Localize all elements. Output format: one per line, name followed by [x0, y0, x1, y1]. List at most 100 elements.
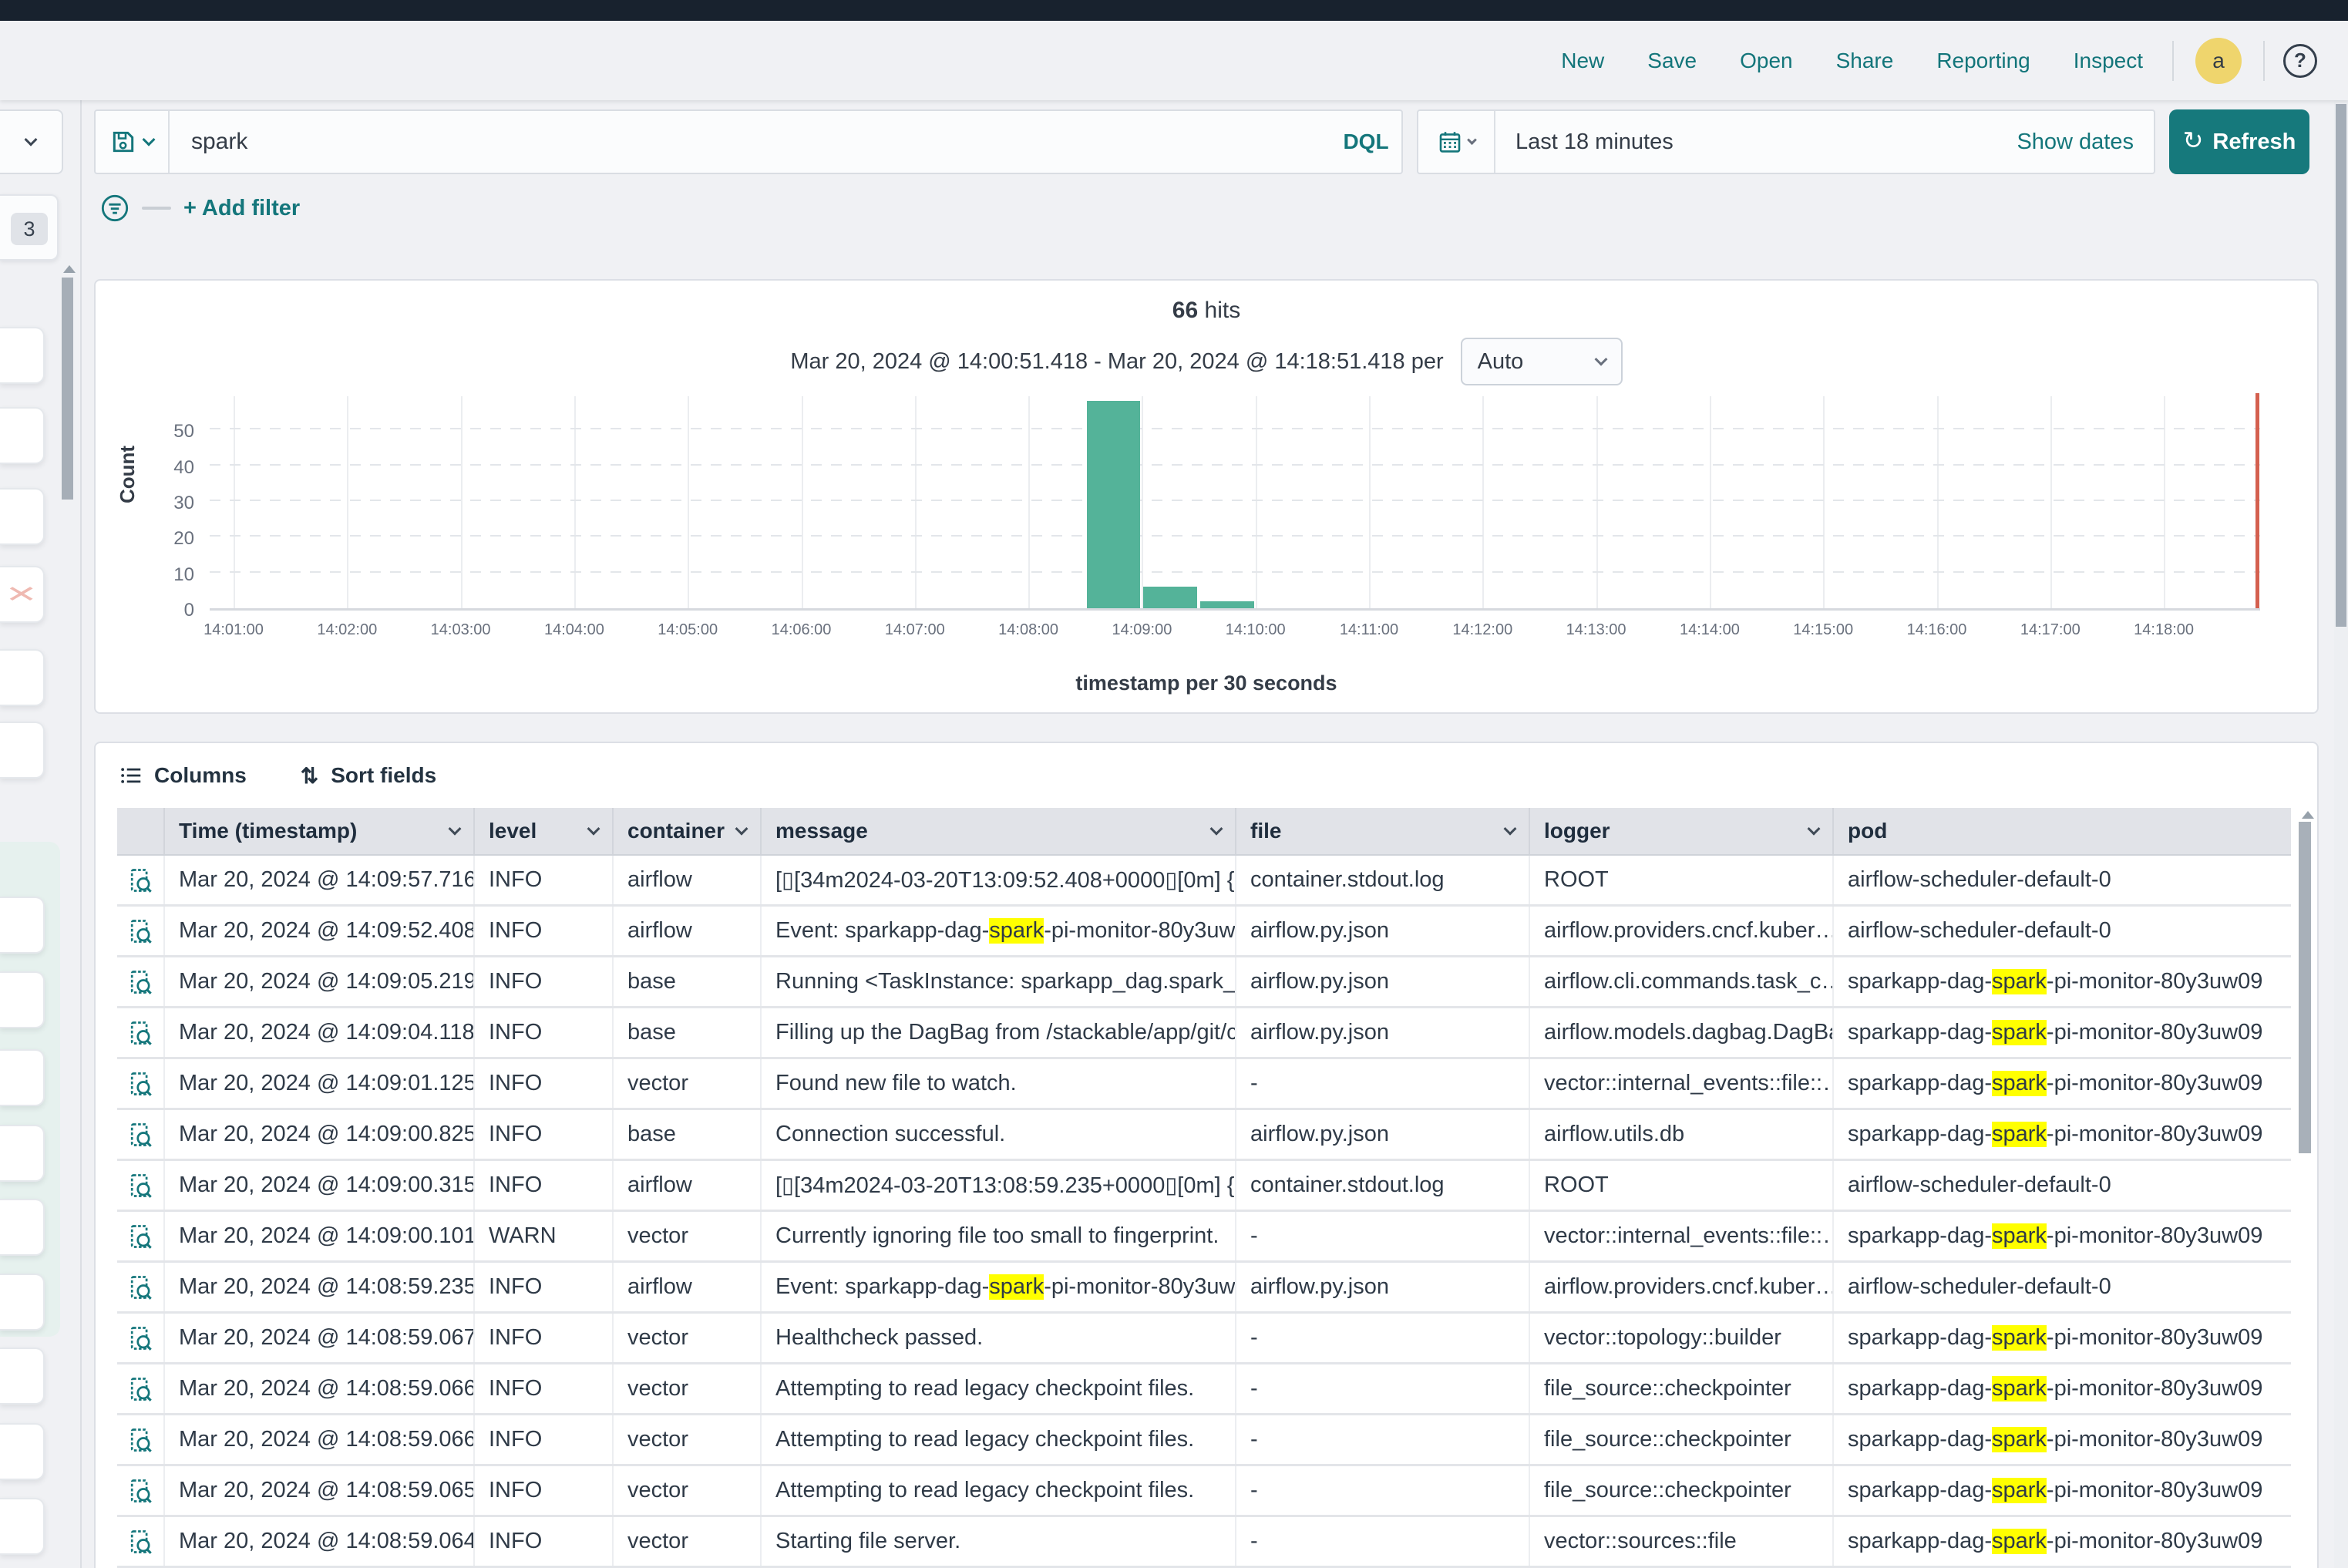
sidebar-field-card[interactable]	[0, 327, 45, 384]
expand-row-button[interactable]	[117, 1517, 165, 1566]
list-icon	[120, 765, 142, 786]
header-message[interactable]: message	[762, 808, 1236, 854]
sidebar-collapse-button[interactable]	[0, 109, 63, 174]
cell-level: INFO	[475, 1364, 614, 1413]
expand-row-button[interactable]	[117, 1161, 165, 1210]
show-dates-button[interactable]: Show dates	[2017, 130, 2154, 155]
sidebar-field-card[interactable]	[0, 1498, 45, 1555]
sidebar-scrollbar[interactable]	[62, 278, 73, 500]
cell-logger: ROOT	[1530, 1161, 1834, 1210]
saved-query-menu-button[interactable]	[96, 111, 170, 173]
expand-row-button[interactable]	[117, 1415, 165, 1464]
expand-row-button[interactable]	[117, 957, 165, 1006]
sidebar-field-card[interactable]	[0, 1423, 45, 1480]
inspect-document-icon	[126, 1274, 154, 1301]
cell-message: Starting file server.	[762, 1517, 1236, 1566]
table-scrollbar[interactable]	[2299, 822, 2311, 1153]
sort-fields-button[interactable]: ⇅ Sort fields	[301, 763, 436, 789]
x-tick-label: 14:08:00	[998, 621, 1058, 639]
cell-time: Mar 20, 2024 @ 14:08:59.067	[165, 1314, 475, 1362]
sidebar-field-card[interactable]	[0, 1274, 45, 1331]
cell-message: [▯[34m2024-03-20T13:09:52.408+0000▯[0m] …	[762, 856, 1236, 904]
columns-button[interactable]: Columns	[120, 763, 247, 788]
table-header: Time (timestamp) level container message…	[117, 808, 2291, 856]
add-filter-button[interactable]: + Add filter	[183, 196, 300, 221]
cell-time: Mar 20, 2024 @ 14:09:52.408	[165, 907, 475, 955]
sidebar-field-card[interactable]	[0, 1348, 45, 1405]
chart-horizontal-gridline	[210, 571, 2260, 573]
hits-count: 66 hits	[96, 298, 2317, 324]
cell-file: container.stdout.log	[1236, 1161, 1530, 1210]
remove-field-icon: ✕	[5, 581, 39, 608]
nav-save[interactable]: Save	[1626, 49, 1718, 73]
table-scroll-up-arrow[interactable]	[2302, 811, 2314, 819]
expand-row-button[interactable]	[117, 1263, 165, 1311]
expand-row-button[interactable]	[117, 856, 165, 904]
filter-dash	[142, 207, 171, 210]
cell-pod: sparkapp-dag-spark-pi-monitor-80y3uw09	[1834, 957, 2291, 1006]
sidebar-field-card[interactable]	[0, 649, 45, 706]
nav-divider	[2172, 41, 2174, 81]
nav-inspect[interactable]: Inspect	[2052, 49, 2165, 73]
expand-row-button[interactable]	[117, 1008, 165, 1057]
sidebar-field-card[interactable]	[0, 722, 45, 779]
nav-reporting[interactable]: Reporting	[1915, 49, 2051, 73]
help-icon[interactable]: ?	[2283, 44, 2317, 78]
refresh-button[interactable]: ↻ Refresh	[2169, 109, 2309, 174]
header-pod[interactable]: pod	[1834, 808, 2291, 854]
expand-row-button[interactable]	[117, 907, 165, 955]
cell-logger: file_source::checkpointer	[1530, 1364, 1834, 1413]
cell-pod: sparkapp-dag-spark-pi-monitor-80y3uw09	[1834, 1110, 2291, 1159]
header-container[interactable]: container	[614, 808, 762, 854]
sidebar-field-card[interactable]	[0, 971, 45, 1028]
calendar-icon	[1438, 130, 1462, 154]
cell-message: Healthcheck passed.	[762, 1314, 1236, 1362]
sidebar-field-card[interactable]	[0, 488, 45, 545]
nav-open[interactable]: Open	[1718, 49, 1815, 73]
date-quick-select-button[interactable]	[1418, 111, 1495, 173]
sidebar-field-card[interactable]	[0, 897, 45, 954]
cell-level: INFO	[475, 1314, 614, 1362]
table-row: Mar 20, 2024 @ 14:09:57.716 INFO airflow…	[117, 856, 2291, 907]
search-input[interactable]	[170, 111, 1330, 173]
cell-container: airflow	[614, 907, 762, 955]
sidebar-field-card[interactable]: ✕	[0, 566, 45, 623]
sidebar-field-card[interactable]	[0, 407, 45, 464]
sidebar-field-card[interactable]	[0, 1199, 45, 1256]
chevron-down-icon	[143, 133, 156, 146]
cell-level: INFO	[475, 1517, 614, 1566]
avatar[interactable]: a	[2195, 38, 2242, 84]
query-language-button[interactable]: DQL	[1330, 111, 1401, 173]
sidebar-field-card[interactable]: 3	[0, 194, 59, 261]
save-icon	[110, 129, 136, 155]
header-time[interactable]: Time (timestamp)	[165, 808, 475, 854]
header-file[interactable]: file	[1236, 808, 1530, 854]
time-range-value[interactable]: Last 18 minutes	[1495, 130, 2017, 155]
expand-row-button[interactable]	[117, 1110, 165, 1159]
histogram-bar[interactable]	[1087, 401, 1141, 608]
inspect-document-icon	[126, 1426, 154, 1454]
expand-row-button[interactable]	[117, 1314, 165, 1362]
expand-row-button[interactable]	[117, 1364, 165, 1413]
sidebar-field-card[interactable]	[0, 1049, 45, 1106]
histogram-bar[interactable]	[1143, 587, 1197, 608]
cell-message: Found new file to watch.	[762, 1059, 1236, 1108]
header-level[interactable]: level	[475, 808, 614, 854]
cell-message: [▯[34m2024-03-20T13:08:59.235+0000▯[0m] …	[762, 1161, 1236, 1210]
nav-new[interactable]: New	[1539, 49, 1626, 73]
cell-time: Mar 20, 2024 @ 14:09:01.125	[165, 1059, 475, 1108]
page-scrollbar-thumb[interactable]	[2336, 104, 2346, 627]
nav-share[interactable]: Share	[1815, 49, 1916, 73]
x-axis-label: timestamp per 30 seconds	[96, 671, 2317, 695]
cell-container: base	[614, 1110, 762, 1159]
histogram-plot[interactable]: 14:01:0014:02:0014:03:0014:04:0014:05:00…	[210, 396, 2260, 611]
interval-select[interactable]: Auto	[1461, 338, 1623, 385]
sidebar-field-card[interactable]	[0, 1125, 45, 1182]
expand-row-button[interactable]	[117, 1059, 165, 1108]
sort-icon: ⇅	[301, 763, 318, 789]
sidebar-scroll-up-arrow[interactable]	[63, 265, 76, 273]
expand-row-button[interactable]	[117, 1466, 165, 1515]
header-logger[interactable]: logger	[1530, 808, 1834, 854]
expand-row-button[interactable]	[117, 1212, 165, 1260]
histogram-bar[interactable]	[1200, 601, 1254, 608]
